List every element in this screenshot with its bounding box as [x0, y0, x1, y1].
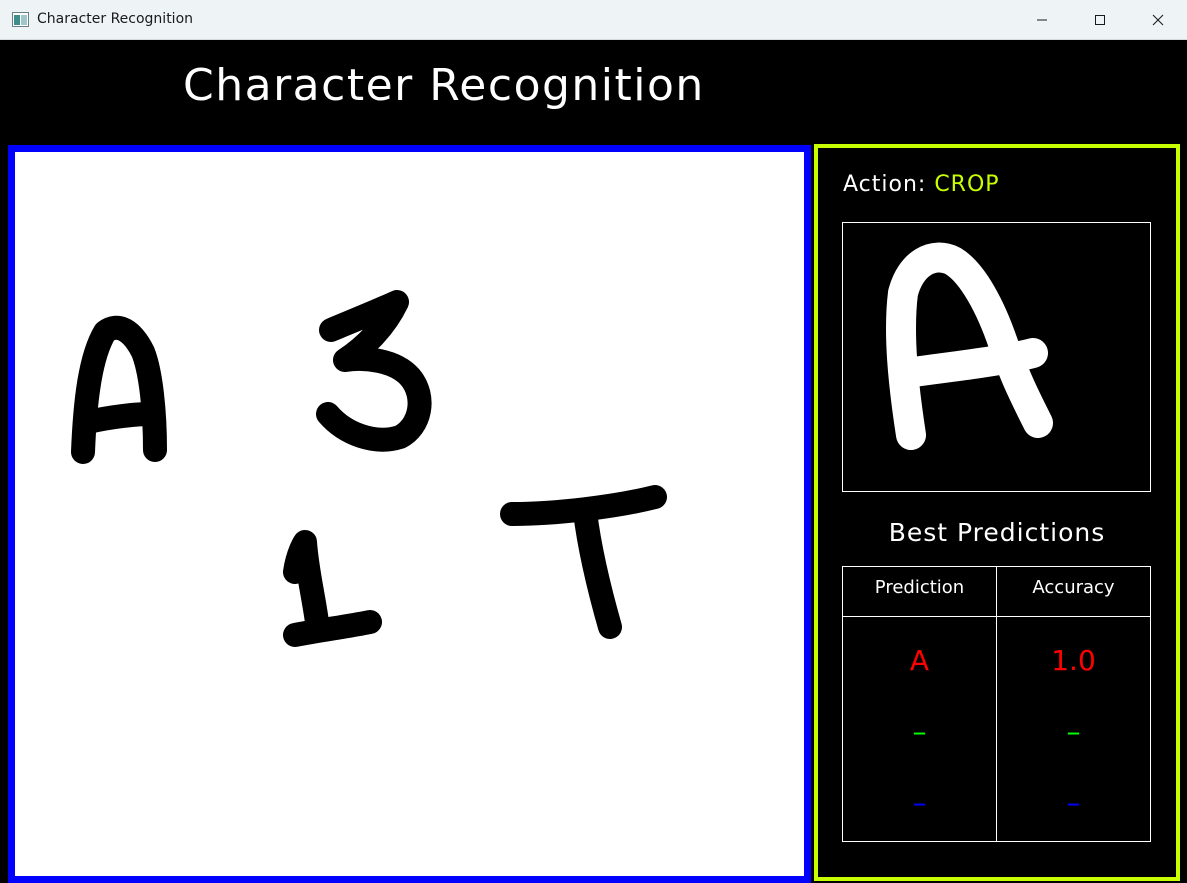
prediction-1: A — [909, 644, 930, 677]
drawn-char-1 — [283, 530, 330, 642]
accuracy-2: – — [1066, 715, 1081, 748]
close-icon — [1152, 14, 1164, 26]
close-button[interactable] — [1129, 0, 1187, 40]
accuracy-3: – — [1066, 786, 1081, 819]
app-icon — [12, 12, 29, 27]
cropped-character-preview — [842, 222, 1151, 492]
action-label: Action: — [843, 172, 927, 197]
minimize-button[interactable] — [1013, 0, 1071, 40]
drawn-char-3 — [316, 290, 432, 452]
table-divider-horizontal — [843, 616, 1150, 617]
header-prediction: Prediction — [874, 577, 965, 598]
page-title: Character Recognition — [183, 60, 705, 111]
prediction-3: – — [912, 786, 927, 819]
app-window: Character Recognition Character Recognit… — [0, 0, 1187, 883]
action-value: CROP — [934, 172, 1000, 197]
accuracy-1: 1.0 — [1051, 644, 1096, 677]
app-content: Character Recognition Action: CROP Best … — [0, 40, 1187, 883]
header-accuracy: Accuracy — [1032, 577, 1115, 598]
drawing-canvas[interactable] — [8, 145, 811, 883]
prediction-2: – — [912, 715, 927, 748]
maximize-icon — [1095, 15, 1105, 25]
best-predictions-title: Best Predictions — [888, 518, 1106, 547]
window-title: Character Recognition — [37, 11, 194, 27]
maximize-button[interactable] — [1071, 0, 1129, 40]
action-status: Action: CROP — [843, 172, 1000, 197]
drawn-char-a — [71, 315, 167, 464]
minimize-icon — [1037, 19, 1047, 21]
info-panel: Action: CROP Best Predictions Prediction… — [814, 144, 1180, 881]
predictions-table: Prediction Accuracy A 1.0 – – – – — [842, 566, 1151, 842]
title-bar[interactable]: Character Recognition — [0, 0, 1187, 40]
